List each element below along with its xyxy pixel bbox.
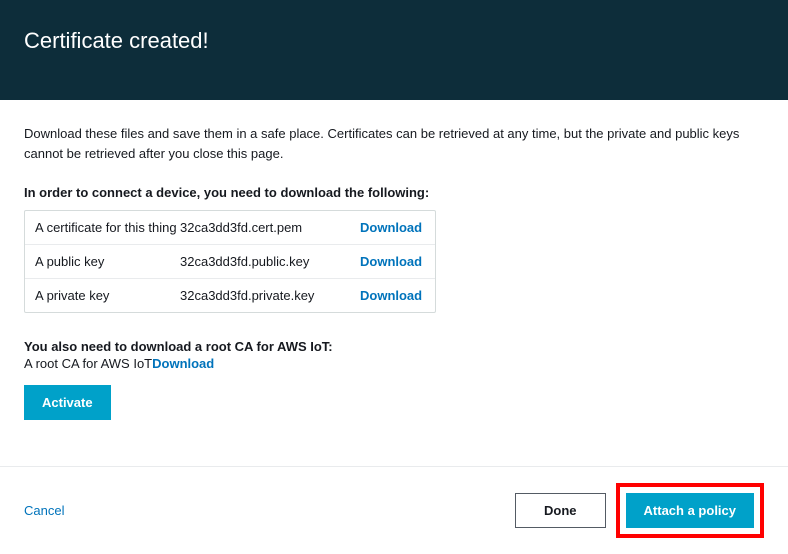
file-name: 32ca3dd3fd.public.key	[180, 254, 360, 269]
rootca-line: A root CA for AWS IoTDownload	[24, 356, 764, 371]
cancel-link[interactable]: Cancel	[24, 503, 64, 518]
intro-text: Download these files and save them in a …	[24, 124, 764, 163]
page-content: Download these files and save them in a …	[0, 100, 788, 438]
attach-highlight: Attach a policy	[616, 483, 764, 538]
done-button[interactable]: Done	[515, 493, 606, 528]
files-heading: In order to connect a device, you need t…	[24, 185, 764, 200]
file-label: A certificate for this thing	[35, 220, 180, 235]
file-table: A certificate for this thing 32ca3dd3fd.…	[24, 210, 436, 313]
table-row: A private key 32ca3dd3fd.private.key Dow…	[25, 279, 435, 312]
page-header: Certificate created!	[0, 0, 788, 100]
table-row: A certificate for this thing 32ca3dd3fd.…	[25, 211, 435, 245]
download-link-private[interactable]: Download	[360, 288, 422, 303]
table-row: A public key 32ca3dd3fd.public.key Downl…	[25, 245, 435, 279]
file-label: A private key	[35, 288, 180, 303]
file-name: 32ca3dd3fd.private.key	[180, 288, 360, 303]
activate-button[interactable]: Activate	[24, 385, 111, 420]
file-name: 32ca3dd3fd.cert.pem	[180, 220, 360, 235]
rootca-heading: You also need to download a root CA for …	[24, 339, 764, 354]
footer: Cancel Done Attach a policy	[0, 467, 788, 554]
rootca-text: A root CA for AWS IoT	[24, 356, 152, 371]
attach-policy-button[interactable]: Attach a policy	[626, 493, 754, 528]
file-label: A public key	[35, 254, 180, 269]
download-link-public[interactable]: Download	[360, 254, 422, 269]
download-link-cert[interactable]: Download	[360, 220, 422, 235]
page-title: Certificate created!	[24, 28, 209, 54]
rootca-download-link[interactable]: Download	[152, 356, 214, 371]
